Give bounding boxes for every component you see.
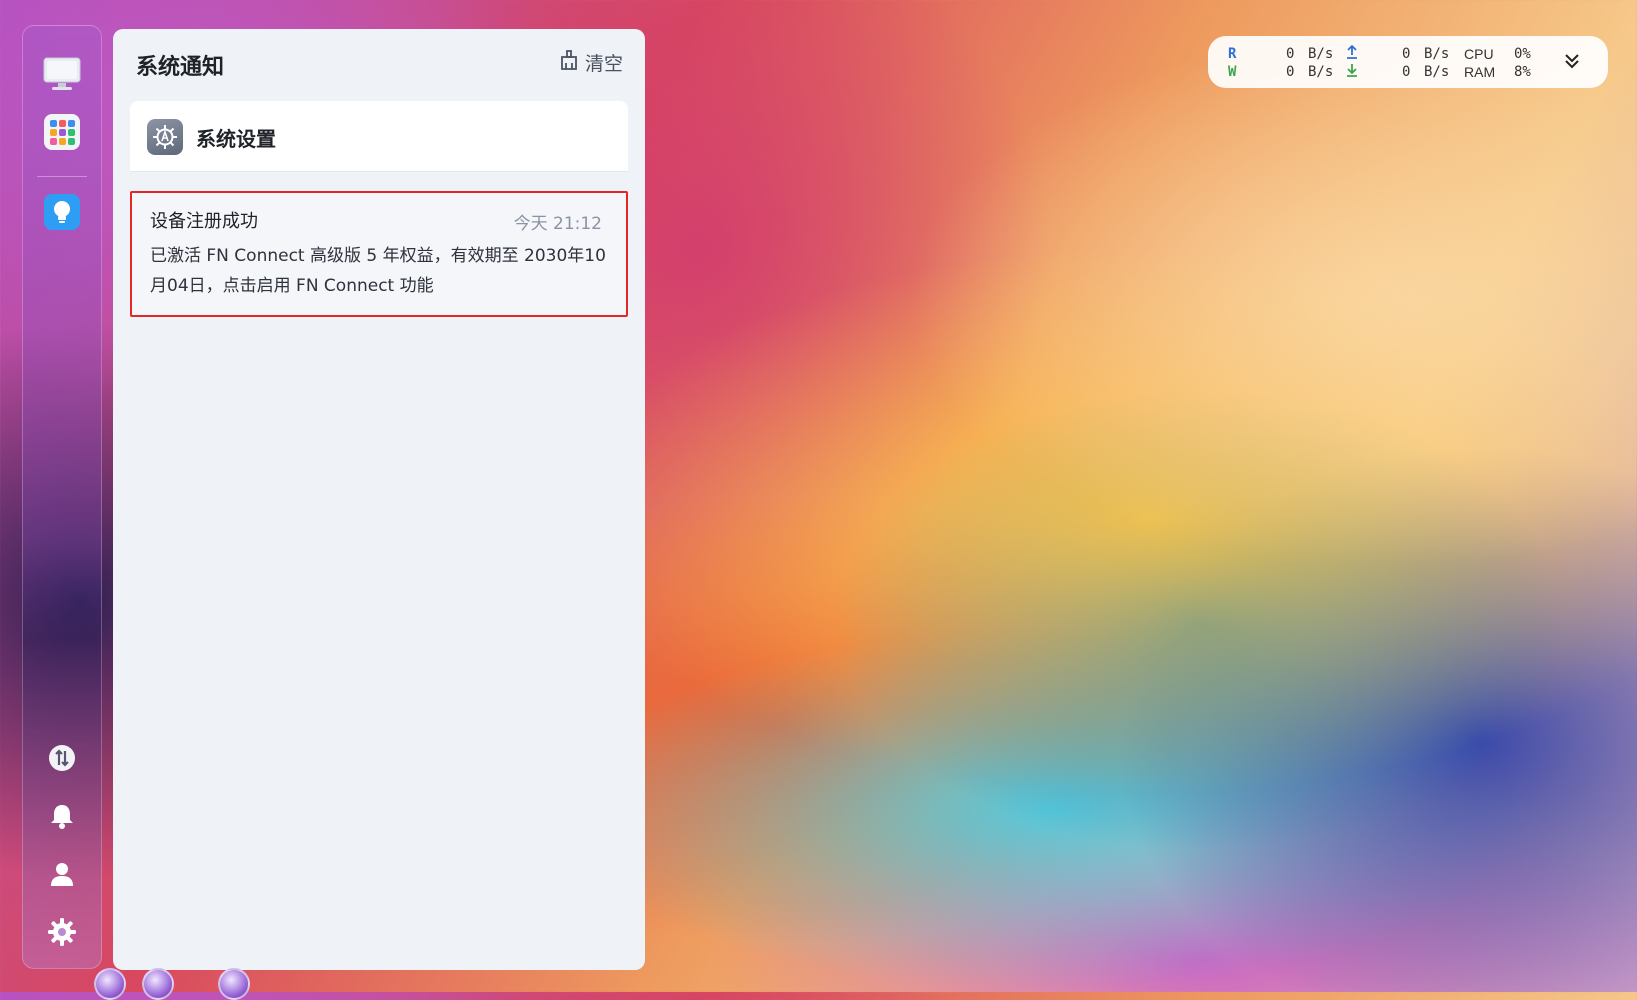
broom-icon bbox=[559, 49, 579, 76]
bell-icon[interactable] bbox=[42, 796, 82, 836]
notification-body-line: 月04日，点击启用 FN Connect 功能 bbox=[150, 276, 434, 296]
left-sidebar bbox=[22, 25, 102, 969]
clear-button[interactable]: 清空 bbox=[559, 49, 623, 76]
write-value: 0 bbox=[1286, 64, 1295, 80]
read-value: 0 bbox=[1286, 46, 1295, 62]
tips-lightbulb-icon[interactable] bbox=[42, 192, 82, 232]
user-icon[interactable] bbox=[42, 854, 82, 894]
download-arrow-icon bbox=[1346, 63, 1358, 81]
download-value: 0 bbox=[1402, 64, 1411, 80]
upload-arrow-icon bbox=[1346, 44, 1358, 63]
dock-app-icon[interactable] bbox=[218, 968, 250, 1000]
ram-label: RAM bbox=[1464, 64, 1496, 80]
transfer-icon[interactable] bbox=[42, 738, 82, 778]
dock-app-icon[interactable] bbox=[94, 968, 126, 1000]
read-label: R bbox=[1228, 46, 1237, 62]
write-unit: B/s bbox=[1308, 64, 1334, 80]
dock-app-icon[interactable] bbox=[142, 968, 174, 1000]
write-label: W bbox=[1228, 64, 1237, 80]
desktop-icon[interactable] bbox=[42, 54, 82, 94]
group-title: 系统设置 bbox=[196, 127, 276, 151]
system-settings-icon bbox=[147, 119, 183, 155]
chevron-double-down-icon[interactable] bbox=[1564, 52, 1580, 74]
system-monitor-widget[interactable]: R W 0 0 B/s B/s 0 0 B/s B/s CPU RAM 0% 8… bbox=[1208, 36, 1608, 88]
cpu-value: 0% bbox=[1514, 46, 1531, 62]
cpu-label: CPU bbox=[1464, 46, 1494, 62]
sidebar-divider bbox=[37, 176, 87, 177]
settings-gear-icon[interactable] bbox=[42, 912, 82, 952]
notification-body: 已激活 FN Connect 高级版 5 年权益，有效期至 2030年10 月0… bbox=[150, 241, 612, 301]
read-unit: B/s bbox=[1308, 46, 1334, 62]
page-title: 系统通知 bbox=[136, 55, 225, 80]
download-unit: B/s bbox=[1424, 64, 1450, 80]
upload-unit: B/s bbox=[1424, 46, 1450, 62]
app-center-icon[interactable] bbox=[42, 112, 82, 152]
notification-body-line: 已激活 FN Connect 高级版 5 年权益，有效期至 2030年10 bbox=[150, 246, 606, 266]
notification-group-system-settings: 系统设置 bbox=[130, 101, 628, 172]
notification-title: 设备注册成功 bbox=[150, 211, 258, 232]
upload-value: 0 bbox=[1402, 46, 1411, 62]
clear-label: 清空 bbox=[584, 53, 623, 75]
ram-value: 8% bbox=[1514, 64, 1531, 80]
notification-time: 今天 21:12 bbox=[513, 214, 602, 234]
panel-header: 系统通知 清空 bbox=[113, 29, 645, 101]
notification-panel: 系统通知 清空 系统设置 设备注册成功 今天 21:12 已激活 FN Conn… bbox=[113, 29, 645, 970]
notification-item[interactable]: 设备注册成功 今天 21:12 已激活 FN Connect 高级版 5 年权益… bbox=[130, 191, 628, 317]
